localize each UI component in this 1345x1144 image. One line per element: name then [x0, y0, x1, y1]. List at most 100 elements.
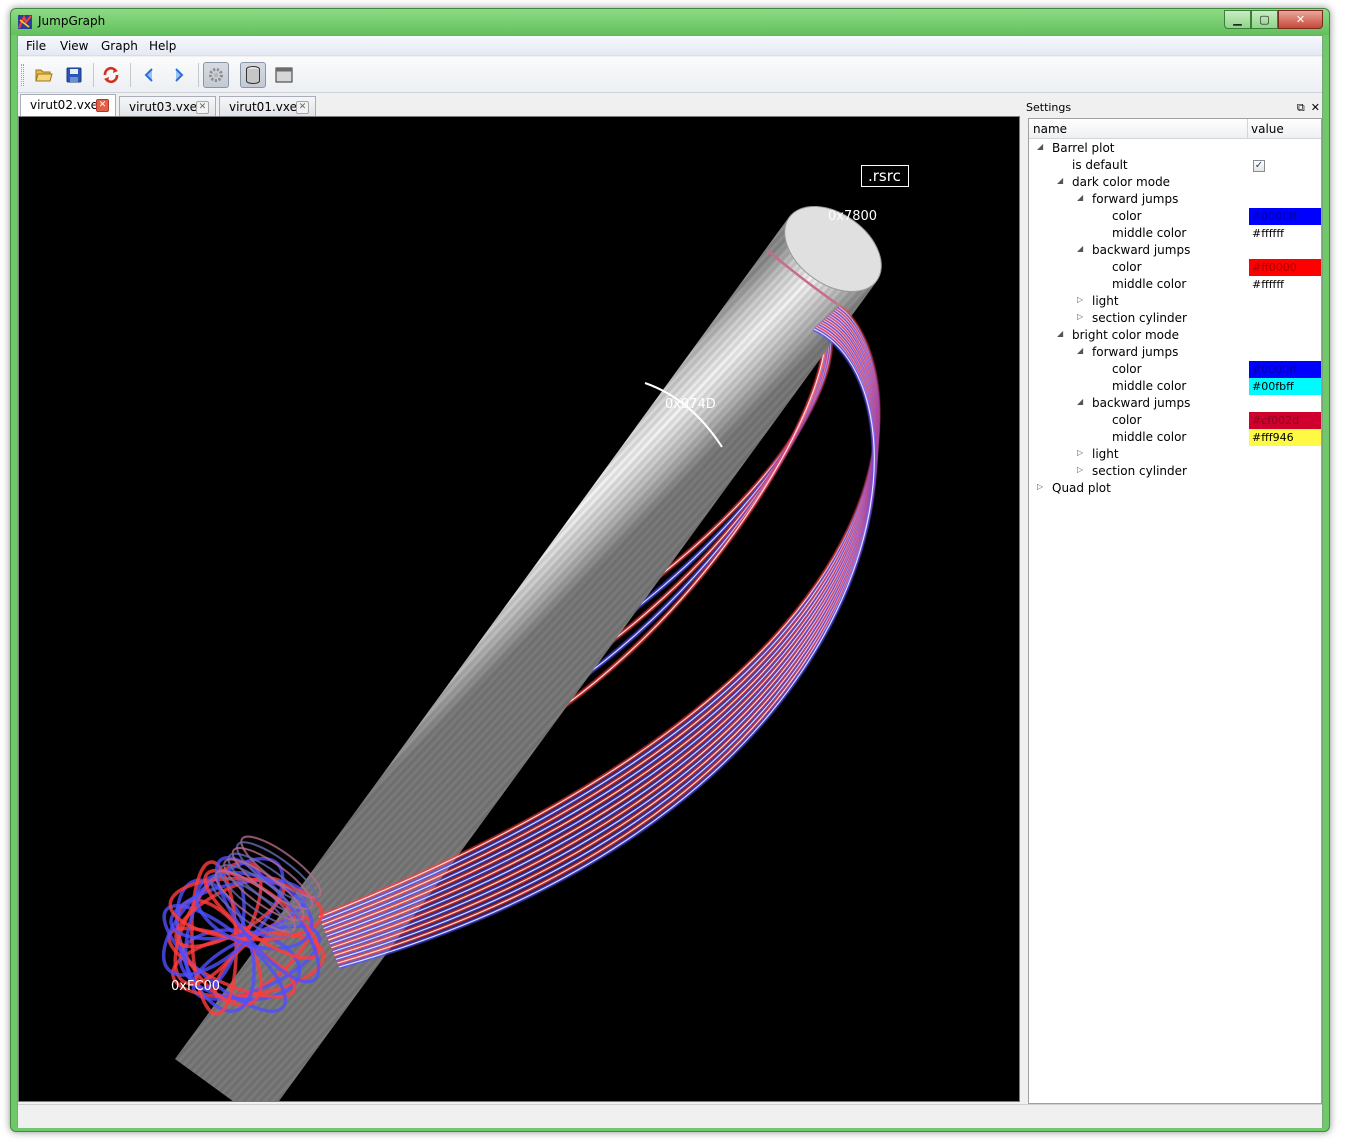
- reload-button[interactable]: [98, 62, 124, 88]
- settings-row-label: color: [1112, 362, 1142, 376]
- settings-row-label: is default: [1072, 158, 1128, 172]
- settings-row-bright-color-mode[interactable]: ◢ bright color mode: [1029, 327, 1321, 344]
- settings-tree[interactable]: name value ◢ Barrel plot is default ✓ ◢ dark …: [1028, 118, 1322, 1104]
- menu-view[interactable]: View: [60, 39, 88, 53]
- column-name-header[interactable]: name: [1033, 122, 1067, 136]
- settings-row-label: middle color: [1112, 277, 1187, 291]
- settings-dock-title: Settings ⧉ ✕: [1024, 101, 1324, 119]
- settings-row-color[interactable]: color #cf002d: [1029, 412, 1321, 429]
- settings-row-color[interactable]: color #ff0000: [1029, 259, 1321, 276]
- settings-row-label: dark color mode: [1072, 175, 1171, 189]
- expand-arrow-icon[interactable]: ▷: [1077, 465, 1083, 474]
- color-value-field[interactable]: #ffffff: [1249, 276, 1321, 293]
- settings-row-dark-color-mode[interactable]: ◢ dark color mode: [1029, 174, 1321, 191]
- expand-arrow-icon[interactable]: ▷: [1037, 482, 1043, 491]
- maximize-button[interactable]: ▢: [1251, 10, 1278, 29]
- menu-graph[interactable]: Graph: [101, 39, 138, 53]
- settings-row-label: color: [1112, 209, 1142, 223]
- settings-row-section-cylinder[interactable]: ▷ section cylinder: [1029, 310, 1321, 327]
- open-button[interactable]: [31, 62, 57, 88]
- settings-row-color[interactable]: color #0000ff: [1029, 361, 1321, 378]
- settings-row-middle-color[interactable]: middle color #ffffff: [1029, 276, 1321, 293]
- settings-row-backward-jumps[interactable]: ◢ backward jumps: [1029, 395, 1321, 412]
- color-value-field[interactable]: #00fbff: [1249, 378, 1321, 395]
- column-value-header[interactable]: value: [1251, 122, 1284, 136]
- settings-row-section-cylinder[interactable]: ▷ section cylinder: [1029, 463, 1321, 480]
- settings-row-middle-color[interactable]: middle color #fff946: [1029, 429, 1321, 446]
- tab-bar: virut02.vxe ✕ virut03.vxe ✕ virut01.vxe …: [18, 93, 1028, 117]
- is-default-checkbox[interactable]: ✓: [1253, 160, 1265, 172]
- collapse-arrow-icon[interactable]: ◢: [1037, 142, 1043, 151]
- column-divider[interactable]: [1247, 119, 1248, 139]
- forward-button[interactable]: [166, 62, 192, 88]
- settings-row-label: Barrel plot: [1052, 141, 1115, 155]
- settings-row-label: backward jumps: [1092, 243, 1191, 257]
- color-value-field[interactable]: #cf002d: [1249, 412, 1321, 429]
- settings-row-label: light: [1092, 447, 1119, 461]
- dock-buttons: ⧉ ✕: [1297, 101, 1320, 115]
- expand-arrow-icon[interactable]: ▷: [1077, 448, 1083, 457]
- expand-arrow-icon[interactable]: ▷: [1077, 295, 1083, 304]
- client-area: File View Graph Help virut02.vxe ✕ virut…: [17, 35, 1324, 1128]
- settings-gear-icon: [209, 68, 223, 82]
- window-title: JumpGraph: [38, 14, 106, 28]
- app-icon: [18, 14, 32, 29]
- back-button[interactable]: [136, 62, 162, 88]
- settings-row-light[interactable]: ▷ light: [1029, 293, 1321, 310]
- collapse-arrow-icon[interactable]: ◢: [1077, 193, 1083, 202]
- address-label-bottom: 0xFC00: [171, 979, 221, 994]
- settings-row-Barrel-plot[interactable]: ◢ Barrel plot: [1029, 140, 1321, 157]
- collapse-arrow-icon[interactable]: ◢: [1077, 346, 1083, 355]
- tab-virut03[interactable]: virut03.vxe ✕: [119, 96, 216, 117]
- tab-virut01[interactable]: virut01.vxe ✕: [219, 96, 316, 117]
- settings-row-label: forward jumps: [1092, 345, 1179, 359]
- settings-row-forward-jumps[interactable]: ◢ forward jumps: [1029, 344, 1321, 361]
- title-bar[interactable]: JumpGraph ▁ ▢ ✕: [11, 9, 1329, 35]
- tab-label: virut02.vxe: [30, 98, 98, 112]
- color-value-field[interactable]: #0000ff: [1249, 361, 1321, 378]
- close-tab-icon[interactable]: ✕: [96, 99, 109, 112]
- quad-plot-button[interactable]: [271, 62, 297, 88]
- barrel-plot-button[interactable]: [240, 62, 266, 88]
- settings-row-middle-color[interactable]: middle color #ffffff: [1029, 225, 1321, 242]
- settings-row-forward-jumps[interactable]: ◢ forward jumps: [1029, 191, 1321, 208]
- close-dock-icon[interactable]: ✕: [1311, 101, 1320, 115]
- status-bar: [18, 1104, 1322, 1128]
- menu-help[interactable]: Help: [149, 39, 176, 53]
- barrel-plot-icon: [246, 66, 260, 84]
- color-value-field[interactable]: #ff0000: [1249, 259, 1321, 276]
- settings-toggle-button[interactable]: [203, 62, 229, 88]
- settings-row-color[interactable]: color #0000ff: [1029, 208, 1321, 225]
- settings-row-is-default[interactable]: is default ✓: [1029, 157, 1321, 174]
- float-dock-icon[interactable]: ⧉: [1297, 101, 1305, 115]
- collapse-arrow-icon[interactable]: ◢: [1057, 176, 1063, 185]
- settings-row-label: middle color: [1112, 379, 1187, 393]
- barrel-plot-viewport[interactable]: .rsrc 0x7800 0x974D 0xFC00: [18, 116, 1020, 1102]
- minimize-button[interactable]: ▁: [1224, 10, 1251, 29]
- close-tab-icon[interactable]: ✕: [196, 101, 209, 114]
- collapse-arrow-icon[interactable]: ◢: [1057, 329, 1063, 338]
- settings-row-backward-jumps[interactable]: ◢ backward jumps: [1029, 242, 1321, 259]
- window-controls: ▁ ▢ ✕: [1224, 10, 1323, 30]
- settings-row-light[interactable]: ▷ light: [1029, 446, 1321, 463]
- collapse-arrow-icon[interactable]: ◢: [1077, 397, 1083, 406]
- collapse-arrow-icon[interactable]: ◢: [1077, 244, 1083, 253]
- barrel-plot-render[interactable]: [19, 117, 1020, 1102]
- quad-plot-icon: [275, 67, 293, 83]
- tab-virut02[interactable]: virut02.vxe ✕: [20, 94, 116, 117]
- color-value-field[interactable]: #fff946: [1249, 429, 1321, 446]
- settings-row-label: middle color: [1112, 226, 1187, 240]
- toolbar-grip[interactable]: [21, 64, 24, 86]
- menu-file[interactable]: File: [26, 39, 46, 53]
- back-arrow-icon: [144, 68, 153, 82]
- save-button[interactable]: [61, 62, 87, 88]
- color-value-field[interactable]: #ffffff: [1249, 225, 1321, 242]
- address-label-mid: 0x974D: [665, 397, 716, 412]
- settings-row-middle-color[interactable]: middle color #00fbff: [1029, 378, 1321, 395]
- close-button[interactable]: ✕: [1278, 10, 1323, 29]
- close-tab-icon[interactable]: ✕: [296, 101, 309, 114]
- expand-arrow-icon[interactable]: ▷: [1077, 312, 1083, 321]
- settings-row-label: light: [1092, 294, 1119, 308]
- color-value-field[interactable]: #0000ff: [1249, 208, 1321, 225]
- settings-row-Quad-plot[interactable]: ▷ Quad plot: [1029, 480, 1321, 497]
